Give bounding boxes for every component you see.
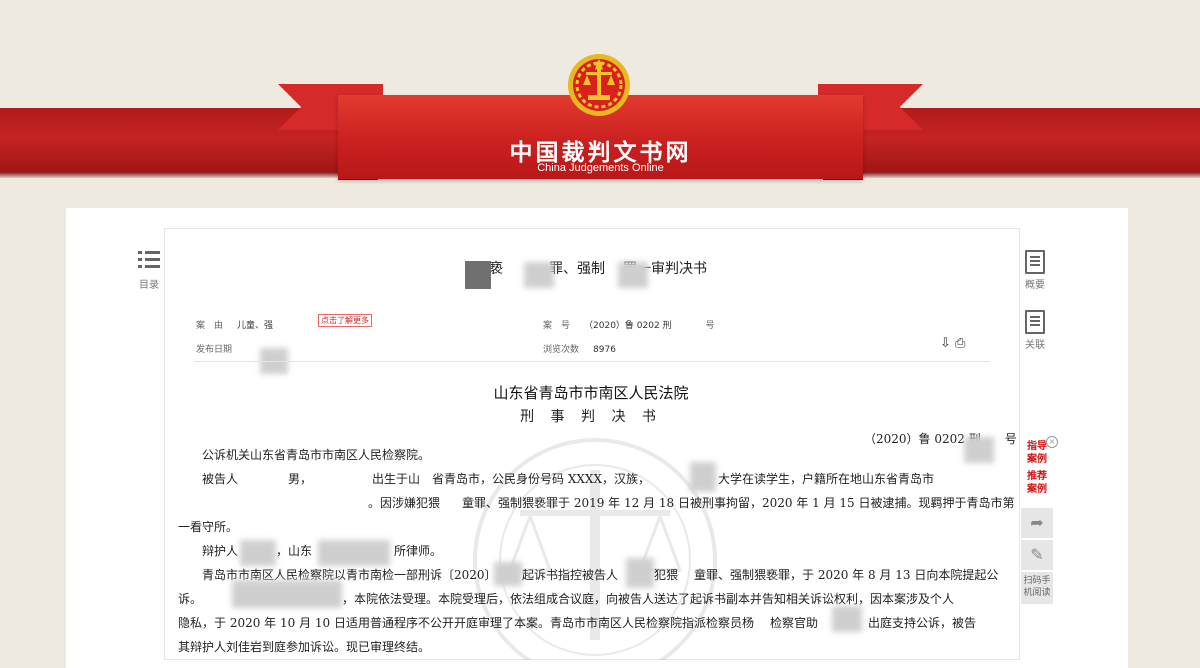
- pencil-icon: ✎: [1030, 545, 1044, 564]
- share-arrow-icon: ➦: [1030, 513, 1044, 532]
- related-button[interactable]: 关联: [1020, 310, 1050, 351]
- paragraph: 犯猥: [654, 568, 679, 582]
- paragraph: 所律师。: [394, 544, 443, 558]
- paragraph: 一看守所。: [178, 520, 239, 534]
- document-icon: [1025, 250, 1045, 274]
- paragraph: 诉。: [178, 592, 203, 606]
- redaction-block: [494, 562, 522, 586]
- redaction-block: [232, 580, 342, 608]
- divider: [194, 361, 990, 362]
- share-button[interactable]: ➦: [1021, 508, 1053, 539]
- redaction-block: [524, 262, 554, 288]
- redaction-block: [618, 262, 648, 288]
- redaction-block: [690, 462, 716, 492]
- paragraph: 男，: [288, 472, 313, 486]
- paragraph: 辩护人: [202, 544, 239, 558]
- meta-publish-date: 发布日期: [196, 345, 233, 355]
- paragraph: 出生于山: [372, 472, 421, 486]
- paragraph: 出庭支持公诉，被告: [868, 616, 977, 630]
- paragraph: 隐私，于 2020 年 10 月 10 日适用普通程序不公开开庭审理了本案。青岛…: [178, 616, 754, 630]
- meta-cause: 案 由儿童、强: [196, 321, 274, 331]
- toc-list-icon: [138, 251, 160, 268]
- paragraph: 其辩护人刘佳岩到庭参加诉讼。现已审理终结。: [178, 640, 431, 654]
- site-subtitle: China Judgements Online: [537, 162, 664, 174]
- court-name: 山东省青岛市市南区人民法院: [493, 384, 689, 402]
- download-icon[interactable]: ⇩: [940, 336, 951, 351]
- document-type: 刑 事 判 决 书: [520, 409, 662, 425]
- overview-label: 概要: [1025, 280, 1045, 291]
- paragraph: 起诉书指控被告人: [522, 568, 619, 582]
- redaction-block: [465, 261, 491, 289]
- float-links: 指导 案例 推荐 案例: [1021, 440, 1053, 496]
- meta-case-number: 案 号（2020）鲁 0202 刑号: [543, 321, 715, 331]
- related-label: 关联: [1025, 340, 1045, 351]
- paragraph: 童罪、强制猥亵罪于 2019 年 12 月 18 日被刑事拘留，2020 年 1…: [462, 496, 1015, 510]
- paragraph: ，本院依法受理。本院受理后，依法组成合议庭，向被告人送达了起诉书副本并告知相关诉…: [342, 592, 955, 606]
- paragraph: 检察官助: [770, 616, 819, 630]
- paragraph: 童罪、强制猥亵罪，于 2020 年 8 月 13 日向本院提起公: [694, 568, 999, 582]
- document-icon: [1025, 310, 1045, 334]
- paragraph: 。因涉嫌犯猥: [368, 496, 441, 510]
- meta-views: 浏览次数 8976: [543, 345, 616, 355]
- paragraph: 省青岛市，公民身份号码 XXXX，汉族，: [432, 472, 650, 486]
- learn-more-link[interactable]: 点击了解更多: [318, 314, 372, 327]
- site-header: 中国裁判文书网 China Judgements Online: [0, 0, 1200, 190]
- document-title: 猥亵罪、强制罪一审判决书: [475, 261, 707, 277]
- court-emblem-icon: [568, 54, 630, 116]
- toc-label: 目录: [139, 280, 159, 291]
- toc-button[interactable]: 目录: [134, 250, 164, 291]
- edit-button[interactable]: ✎: [1021, 540, 1053, 571]
- meta-actions: ⇩ ⎙: [940, 336, 965, 351]
- paragraph: ，山东: [276, 544, 313, 558]
- paragraph: 公诉机关山东省青岛市市南区人民检察院。: [202, 448, 431, 462]
- redaction-block: [964, 437, 994, 463]
- guide-cases-link[interactable]: 指导 案例: [1021, 440, 1053, 466]
- recommended-cases-link[interactable]: 推荐 案例: [1021, 470, 1053, 496]
- paragraph: 大学在读学生，户籍所在地山东省青岛市: [718, 472, 935, 486]
- redaction-block: [626, 558, 654, 588]
- overview-button[interactable]: 概要: [1020, 250, 1050, 291]
- print-icon[interactable]: ⎙: [955, 336, 965, 351]
- scan-qr-button[interactable]: 扫码手 机阅读: [1021, 572, 1053, 604]
- paragraph: 被告人: [202, 472, 239, 486]
- redaction-block: [832, 606, 862, 632]
